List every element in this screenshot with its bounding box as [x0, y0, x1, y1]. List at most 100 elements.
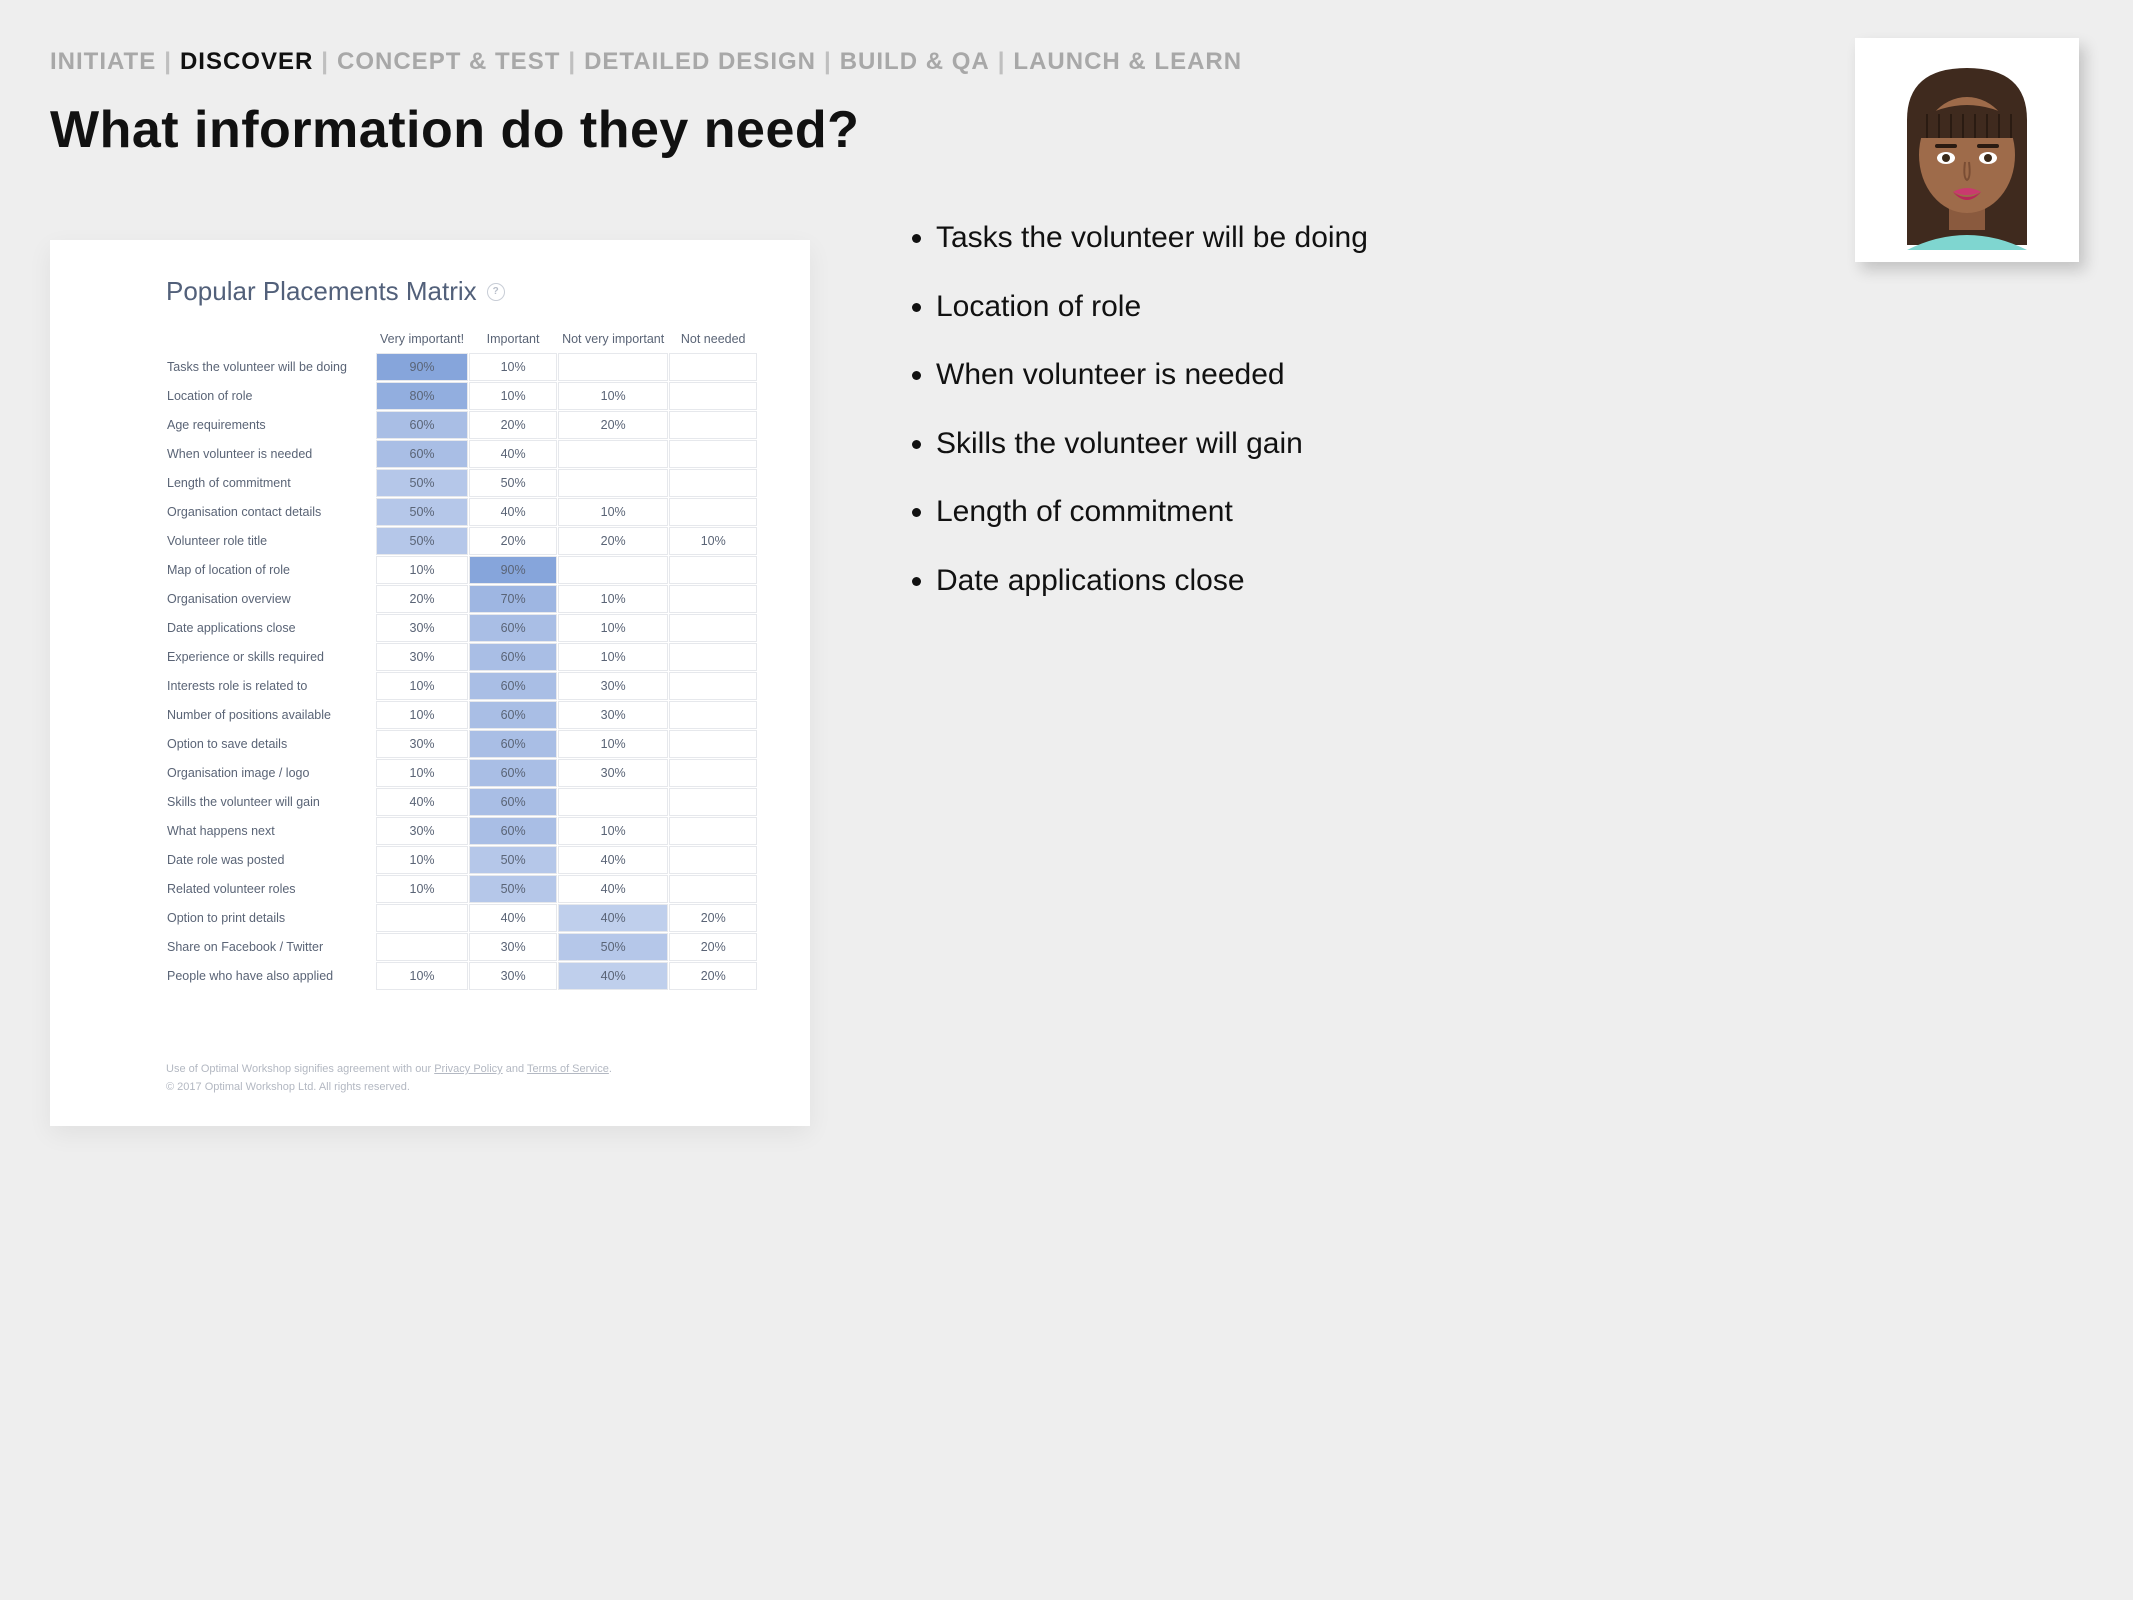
privacy-link[interactable]: Privacy Policy [434, 1063, 502, 1075]
breadcrumb-separator: | [824, 48, 832, 76]
cell [669, 846, 757, 874]
column-header: Very important! [376, 326, 468, 352]
breadcrumb-item[interactable]: CONCEPT & TEST [337, 48, 560, 75]
cell [558, 353, 668, 381]
row-header: Organisation overview [167, 585, 375, 613]
cell: 30% [558, 672, 668, 700]
table-row: Related volunteer roles10%50%40% [167, 875, 757, 903]
cell: 30% [469, 933, 557, 961]
table-row: Skills the volunteer will gain40%60% [167, 788, 757, 816]
footer-post: . [609, 1063, 612, 1075]
cell [558, 556, 668, 584]
cell: 60% [469, 788, 557, 816]
cell [669, 469, 757, 497]
breadcrumb-item[interactable]: DETAILED DESIGN [584, 48, 816, 75]
row-header: Age requirements [167, 411, 375, 439]
list-item: Location of role [936, 287, 1368, 328]
row-header: Experience or skills required [167, 643, 375, 671]
cell [669, 440, 757, 468]
cell: 10% [376, 875, 468, 903]
row-header: Option to print details [167, 904, 375, 932]
cell: 20% [469, 527, 557, 555]
cell [669, 411, 757, 439]
cell: 90% [469, 556, 557, 584]
footer-note: Use of Optimal Workshop signifies agreem… [166, 1061, 780, 1096]
breadcrumb-item[interactable]: INITIATE [50, 48, 156, 75]
row-header: What happens next [167, 817, 375, 845]
footer-line-1: Use of Optimal Workshop signifies agreem… [166, 1061, 780, 1079]
row-header: Related volunteer roles [167, 875, 375, 903]
row-header: Volunteer role title [167, 527, 375, 555]
cell: 10% [376, 701, 468, 729]
row-header: Date applications close [167, 614, 375, 642]
list-item: Skills the volunteer will gain [936, 424, 1368, 465]
list-item: Length of commitment [936, 492, 1368, 533]
row-header: Map of location of role [167, 556, 375, 584]
table-row: Share on Facebook / Twitter30%50%20% [167, 933, 757, 961]
breadcrumb-item[interactable]: LAUNCH & LEARN [1013, 48, 1242, 75]
row-header: Date role was posted [167, 846, 375, 874]
row-header: Skills the volunteer will gain [167, 788, 375, 816]
footer-pretext: Use of Optimal Workshop signifies agreem… [166, 1063, 434, 1075]
table-row: When volunteer is needed60%40% [167, 440, 757, 468]
cell: 20% [469, 411, 557, 439]
row-header: People who have also applied [167, 962, 375, 990]
cell [669, 875, 757, 903]
cell [669, 556, 757, 584]
avatar [1855, 38, 2079, 262]
table-row: Interests role is related to10%60%30% [167, 672, 757, 700]
cell: 20% [669, 962, 757, 990]
table-row: Location of role80%10%10% [167, 382, 757, 410]
cell [669, 759, 757, 787]
cell [669, 730, 757, 758]
tos-link[interactable]: Terms of Service [527, 1063, 609, 1075]
breadcrumb-separator: | [164, 48, 172, 76]
cell: 80% [376, 382, 468, 410]
table-row: Number of positions available10%60%30% [167, 701, 757, 729]
cell: 10% [558, 730, 668, 758]
table-row: Date applications close30%60%10% [167, 614, 757, 642]
list-item: When volunteer is needed [936, 355, 1368, 396]
row-header: Location of role [167, 382, 375, 410]
cell: 10% [376, 759, 468, 787]
footer-and: and [503, 1063, 527, 1075]
cell [558, 788, 668, 816]
cell [669, 353, 757, 381]
cell [669, 672, 757, 700]
cell: 20% [669, 933, 757, 961]
cell: 10% [376, 672, 468, 700]
cell: 40% [469, 904, 557, 932]
row-header: Option to save details [167, 730, 375, 758]
cell: 50% [558, 933, 668, 961]
breadcrumb-item[interactable]: DISCOVER [180, 48, 313, 75]
row-header: Interests role is related to [167, 672, 375, 700]
table-row: Organisation image / logo10%60%30% [167, 759, 757, 787]
cell: 60% [376, 440, 468, 468]
cell [669, 701, 757, 729]
breadcrumb-item[interactable]: BUILD & QA [840, 48, 990, 75]
slide: INITIATE|DISCOVER|CONCEPT & TEST|DETAILE… [0, 0, 2133, 1600]
row-header: When volunteer is needed [167, 440, 375, 468]
cell: 30% [558, 759, 668, 787]
cell [558, 440, 668, 468]
cell: 40% [558, 904, 668, 932]
cell [669, 614, 757, 642]
list-item: Date applications close [936, 561, 1368, 602]
cell: 10% [558, 817, 668, 845]
row-header: Organisation contact details [167, 498, 375, 526]
matrix-table: Very important!ImportantNot very importa… [166, 325, 758, 991]
cell [669, 817, 757, 845]
cell [669, 585, 757, 613]
help-icon[interactable]: ? [487, 283, 505, 301]
cell: 50% [376, 527, 468, 555]
table-row: Option to save details30%60%10% [167, 730, 757, 758]
table-row: Tasks the volunteer will be doing90%10% [167, 353, 757, 381]
table-row: What happens next30%60%10% [167, 817, 757, 845]
cell: 20% [558, 411, 668, 439]
breadcrumb: INITIATE|DISCOVER|CONCEPT & TEST|DETAILE… [50, 48, 2083, 76]
table-row: People who have also applied10%30%40%20% [167, 962, 757, 990]
bullet-list: Tasks the volunteer will be doingLocatio… [910, 218, 1368, 629]
cell [669, 382, 757, 410]
cell: 40% [558, 846, 668, 874]
cell: 30% [376, 817, 468, 845]
